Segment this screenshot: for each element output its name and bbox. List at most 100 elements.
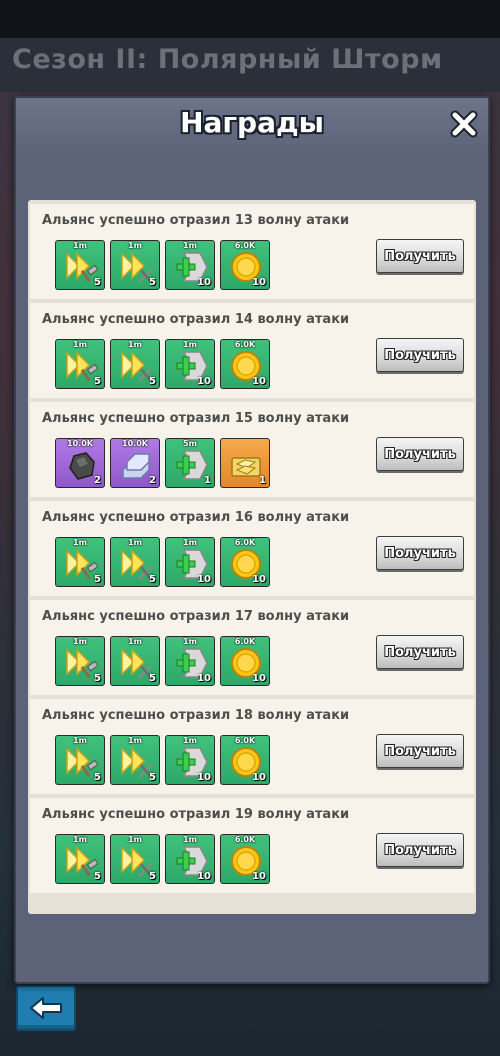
reward-item[interactable]: 1m 5 xyxy=(55,240,105,290)
coal-ore-icon xyxy=(64,448,98,482)
claim-button[interactable]: Получить xyxy=(376,734,464,768)
iron-ingot-icon xyxy=(119,448,153,482)
reward-item-count: 10 xyxy=(197,871,211,882)
reward-title: Альянс успешно отразил 19 волну атаки xyxy=(42,807,350,822)
reward-row: Альянс успешно отразил 17 волну атаки 1m 5… xyxy=(30,600,474,695)
rewards-modal: Награды Альянс успешно отразил 13 волну … xyxy=(14,96,490,984)
reward-item[interactable]: 1m 5 xyxy=(110,636,160,686)
reward-item-count: 10 xyxy=(197,277,211,288)
reward-row: Альянс успешно отразил 14 волну атаки 1m 5… xyxy=(30,303,474,398)
reward-item-count: 10 xyxy=(252,871,266,882)
speedup-build-icon xyxy=(64,844,99,878)
reward-row: Альянс успешно отразил 19 волну атаки 1m 5… xyxy=(30,798,474,893)
reward-item[interactable]: 1m 5 xyxy=(55,834,105,884)
reward-item[interactable]: 1m 5 xyxy=(110,834,160,884)
reward-item[interactable]: 1m 10 xyxy=(165,339,215,389)
reward-item-count: 2 xyxy=(149,475,156,486)
reward-item[interactable]: 6.0K 10 xyxy=(220,537,270,587)
reward-item[interactable]: 6.0K 10 xyxy=(220,735,270,785)
reward-item[interactable]: 1m 10 xyxy=(165,537,215,587)
reward-item[interactable]: 1m 10 xyxy=(165,735,215,785)
speedup-heal-icon xyxy=(174,448,208,482)
speedup-train-icon xyxy=(119,844,153,878)
claim-button[interactable]: Получить xyxy=(376,635,464,669)
reward-title: Альянс успешно отразил 17 волну атаки xyxy=(42,609,350,624)
reward-item-count: 1 xyxy=(204,475,211,486)
reward-item[interactable]: 1m 5 xyxy=(110,537,160,587)
reward-item-count: 10 xyxy=(252,772,266,783)
reward-item-count: 5 xyxy=(149,871,156,882)
status-strip xyxy=(0,0,500,38)
season-title: Сезон II: Полярный Шторм xyxy=(12,44,443,75)
reward-item-count: 10 xyxy=(197,673,211,684)
reward-item-count: 5 xyxy=(94,574,101,585)
reward-item[interactable]: 6.0K 10 xyxy=(220,240,270,290)
claim-button[interactable]: Получить xyxy=(376,338,464,372)
reward-item-count: 5 xyxy=(94,772,101,783)
reward-item-count: 2 xyxy=(94,475,101,486)
claim-button[interactable]: Получить xyxy=(376,437,464,471)
reward-items: 1m 5 1m 5 1m 10 6.0K 10 xyxy=(55,834,270,884)
speedup-build-icon xyxy=(64,250,99,284)
arrow-left-icon xyxy=(30,997,62,1019)
reward-item-count: 10 xyxy=(197,574,211,585)
reward-item-count: 10 xyxy=(252,376,266,387)
reward-title: Альянс успешно отразил 15 волну атаки xyxy=(42,411,350,426)
reward-item[interactable]: 10.0K 2 xyxy=(55,438,105,488)
reward-item-count: 5 xyxy=(94,277,101,288)
reward-item-count: 1 xyxy=(259,475,266,486)
reward-item[interactable]: 10.0K 2 xyxy=(110,438,160,488)
speedup-train-icon xyxy=(119,745,153,779)
reward-item[interactable]: 1 xyxy=(220,438,270,488)
speedup-build-icon xyxy=(64,349,99,383)
speedup-build-icon xyxy=(64,745,99,779)
speedup-build-icon xyxy=(64,547,99,581)
gold-bars-chest-icon xyxy=(229,448,263,482)
reward-item[interactable]: 6.0K 10 xyxy=(220,636,270,686)
speedup-build-icon xyxy=(64,646,99,680)
reward-item[interactable]: 5m 1 xyxy=(165,438,215,488)
speedup-train-icon xyxy=(119,349,153,383)
reward-item-count: 10 xyxy=(252,277,266,288)
close-button[interactable] xyxy=(446,106,482,142)
reward-row: Альянс успешно отразил 16 волну атаки 1m 5… xyxy=(30,501,474,596)
reward-item[interactable]: 1m 5 xyxy=(55,339,105,389)
speedup-train-icon xyxy=(119,250,153,284)
reward-row: Альянс успешно отразил 18 волну атаки 1m 5… xyxy=(30,699,474,794)
reward-items: 1m 5 1m 5 1m 10 6.0K 10 xyxy=(55,339,270,389)
reward-item-count: 5 xyxy=(149,772,156,783)
claim-button[interactable]: Получить xyxy=(376,536,464,570)
reward-item[interactable]: 1m 5 xyxy=(55,537,105,587)
modal-title: Награды xyxy=(180,106,324,139)
reward-item-count: 5 xyxy=(149,574,156,585)
reward-item[interactable]: 1m 10 xyxy=(165,636,215,686)
reward-item-count: 5 xyxy=(94,871,101,882)
reward-item-count: 5 xyxy=(94,673,101,684)
speedup-train-icon xyxy=(119,547,153,581)
reward-list[interactable]: Альянс успешно отразил 13 волну атаки 1m 5… xyxy=(28,200,476,914)
reward-row: Альянс успешно отразил 13 волну атаки 1m 5… xyxy=(30,204,474,299)
reward-row: Альянс успешно отразил 15 волну атаки 10.… xyxy=(30,402,474,497)
reward-item[interactable]: 1m 5 xyxy=(55,735,105,785)
reward-item-count: 10 xyxy=(197,376,211,387)
reward-item[interactable]: 1m 5 xyxy=(110,240,160,290)
reward-item[interactable]: 1m 10 xyxy=(165,834,215,884)
reward-item[interactable]: 6.0K 10 xyxy=(220,339,270,389)
back-button[interactable] xyxy=(16,985,76,1031)
reward-item-count: 5 xyxy=(149,673,156,684)
reward-item-count: 5 xyxy=(149,376,156,387)
claim-button[interactable]: Получить xyxy=(376,239,464,273)
reward-item[interactable]: 1m 5 xyxy=(110,735,160,785)
reward-title: Альянс успешно отразил 16 волну атаки xyxy=(42,510,350,525)
reward-item-count: 5 xyxy=(149,277,156,288)
reward-item[interactable]: 1m 10 xyxy=(165,240,215,290)
reward-item-count: 10 xyxy=(197,772,211,783)
claim-button[interactable]: Получить xyxy=(376,833,464,867)
reward-items: 1m 5 1m 5 1m 10 6.0K 10 xyxy=(55,735,270,785)
reward-item-count: 10 xyxy=(252,574,266,585)
reward-title: Альянс успешно отразил 14 волну атаки xyxy=(42,312,350,327)
reward-item[interactable]: 1m 5 xyxy=(55,636,105,686)
reward-item-count: 5 xyxy=(94,376,101,387)
reward-item[interactable]: 1m 5 xyxy=(110,339,160,389)
reward-item[interactable]: 6.0K 10 xyxy=(220,834,270,884)
